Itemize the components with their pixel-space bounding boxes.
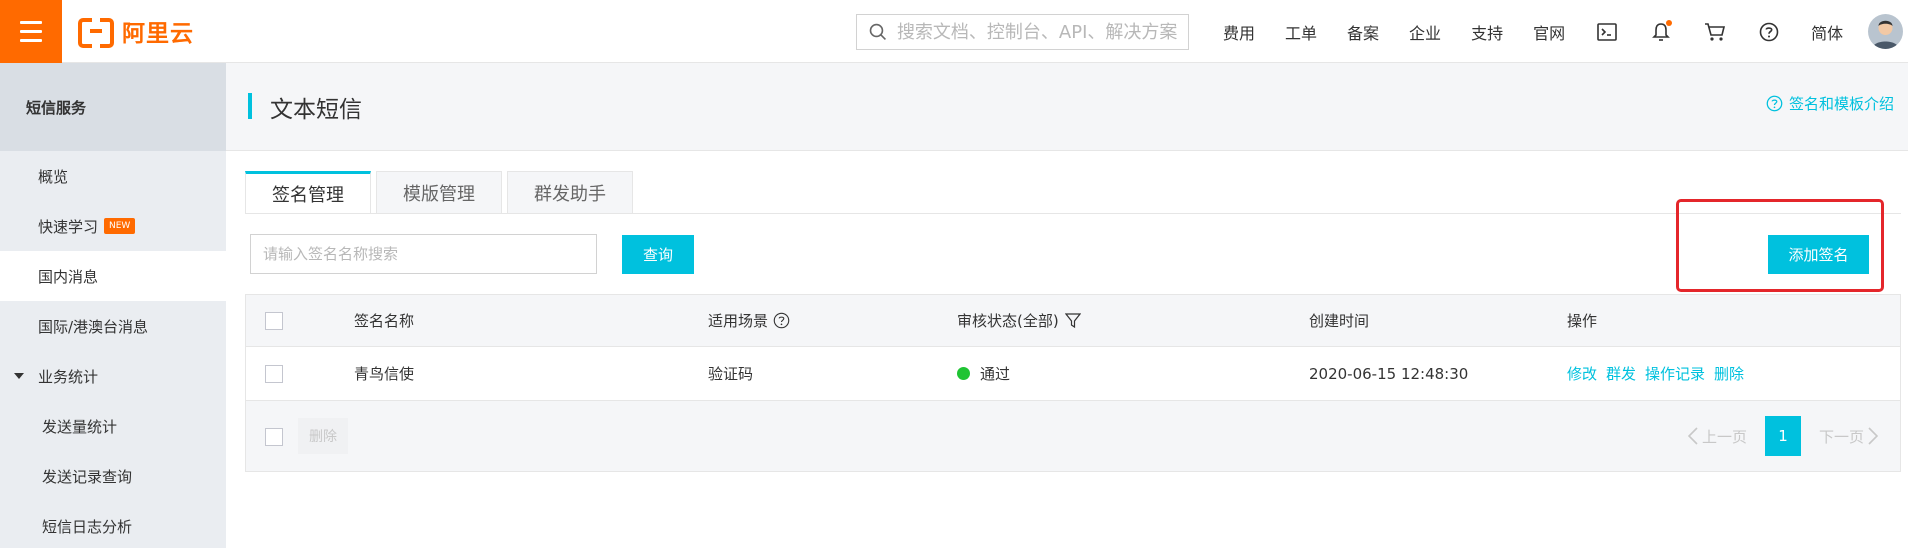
signature-template-intro-link[interactable]: 签名和模板介绍 xyxy=(1766,93,1894,114)
tabs-divider xyxy=(245,213,1901,214)
hamburger-menu-button[interactable] xyxy=(0,0,62,63)
tab-bar: 签名管理 模版管理 群发助手 xyxy=(245,171,638,214)
add-signature-button[interactable]: 添加签名 xyxy=(1768,235,1869,274)
page-title: 文本短信 xyxy=(270,97,362,123)
col-header-status-label: 审核状态(全部) xyxy=(957,312,1059,330)
sidebar: 短信服务 概览 快速学习 NEW 国内消息 国际/港澳台消息 业务统计 发送量统… xyxy=(0,63,226,548)
signature-table: 签名名称 适用场景 审核状态(全部) 创建时间 操作 青鸟信使 验证码 通过 2… xyxy=(245,294,1901,472)
edit-link[interactable]: 修改 xyxy=(1567,363,1597,384)
col-header-name: 签名名称 xyxy=(354,312,415,330)
delete-link[interactable]: 删除 xyxy=(1714,363,1744,384)
nav-support[interactable]: 支持 xyxy=(1471,20,1503,44)
row-checkbox[interactable] xyxy=(265,364,283,383)
nav-tickets[interactable]: 工单 xyxy=(1285,20,1317,44)
status-label: 通过 xyxy=(980,365,1011,383)
tab-signature-management[interactable]: 签名管理 xyxy=(245,171,371,214)
table-footer: 删除 上一页 1 下一页 xyxy=(245,401,1901,472)
sidebar-item-domestic-messages[interactable]: 国内消息 xyxy=(0,251,226,301)
chevron-right-icon xyxy=(1868,427,1878,445)
nav-filing[interactable]: 备案 xyxy=(1347,20,1379,44)
top-bar: 阿里云 费用 工单 备案 企业 支持 官网 简体 xyxy=(0,0,1908,63)
col-header-status[interactable]: 审核状态(全部) xyxy=(957,295,1081,346)
language-switch[interactable]: 简体 xyxy=(1811,20,1843,44)
sidebar-group-business-stats[interactable]: 业务统计 xyxy=(0,351,226,401)
cell-scene: 验证码 xyxy=(708,365,754,383)
query-button[interactable]: 查询 xyxy=(622,235,694,274)
chevron-left-icon xyxy=(1687,427,1698,445)
col-header-actions: 操作 xyxy=(1567,312,1598,330)
global-search-input[interactable] xyxy=(894,20,1188,44)
sidebar-item-label: 短信日志分析 xyxy=(42,517,133,536)
terminal-icon[interactable] xyxy=(1595,20,1619,44)
status-approved-dot xyxy=(957,367,970,380)
cell-status: 通过 xyxy=(957,347,1010,400)
nav-official-site[interactable]: 官网 xyxy=(1533,20,1565,44)
sidebar-item-label: 发送量统计 xyxy=(42,417,118,436)
logo-text: 阿里云 xyxy=(122,21,194,47)
tab-template-management[interactable]: 模版管理 xyxy=(376,171,502,214)
signature-search-input[interactable] xyxy=(250,234,597,274)
sidebar-item-label: 发送记录查询 xyxy=(42,467,133,486)
footer-select-all-checkbox[interactable] xyxy=(265,427,283,446)
sidebar-item-label: 业务统计 xyxy=(38,367,99,386)
prev-page-label: 上一页 xyxy=(1701,427,1747,446)
col-header-scene-label: 适用场景 xyxy=(708,312,769,330)
bulk-send-link[interactable]: 群发 xyxy=(1606,363,1636,384)
cell-signature-name: 青鸟信使 xyxy=(354,365,415,383)
aliyun-logo-icon xyxy=(78,18,114,48)
sidebar-item-sms-log-analysis[interactable]: 短信日志分析 xyxy=(0,501,226,551)
sidebar-item-label: 国际/港澳台消息 xyxy=(38,317,149,336)
caret-down-icon xyxy=(14,373,24,379)
next-page-button[interactable]: 下一页 xyxy=(1819,426,1878,447)
sidebar-item-international-messages[interactable]: 国际/港澳台消息 xyxy=(0,301,226,351)
cell-created-time: 2020-06-15 12:48:30 xyxy=(1309,364,1469,383)
sidebar-item-quick-learn[interactable]: 快速学习 NEW xyxy=(0,201,226,251)
pagination: 上一页 1 下一页 xyxy=(1687,416,1878,456)
cell-actions: 修改 群发 操作记录 删除 xyxy=(1567,347,1753,400)
new-badge: NEW xyxy=(104,218,136,234)
sidebar-title: 短信服务 xyxy=(0,63,226,151)
top-nav: 费用 工单 备案 企业 支持 官网 简体 xyxy=(1208,0,1858,63)
nav-fees[interactable]: 费用 xyxy=(1223,20,1255,44)
table-header: 签名名称 适用场景 审核状态(全部) 创建时间 操作 xyxy=(245,294,1901,347)
tab-bulk-send-assistant[interactable]: 群发助手 xyxy=(507,171,633,214)
select-all-checkbox[interactable] xyxy=(265,311,283,330)
sidebar-item-label: 快速学习 xyxy=(38,217,99,236)
sidebar-item-send-record-query[interactable]: 发送记录查询 xyxy=(0,451,226,501)
bulk-delete-button[interactable]: 删除 xyxy=(298,418,348,454)
user-avatar[interactable] xyxy=(1868,14,1903,49)
bell-icon[interactable] xyxy=(1649,19,1673,44)
table-row: 青鸟信使 验证码 通过 2020-06-15 12:48:30 修改 群发 操作… xyxy=(245,347,1901,401)
prev-page-button[interactable]: 上一页 xyxy=(1687,426,1747,447)
help-link-label: 签名和模板介绍 xyxy=(1788,95,1894,113)
sidebar-item-label: 概览 xyxy=(38,167,69,186)
operation-log-link[interactable]: 操作记录 xyxy=(1645,363,1705,384)
page-number-current[interactable]: 1 xyxy=(1764,416,1801,456)
search-icon xyxy=(869,23,887,41)
col-header-created: 创建时间 xyxy=(1309,312,1370,330)
next-page-label: 下一页 xyxy=(1818,427,1864,446)
cart-icon[interactable] xyxy=(1703,20,1727,44)
col-header-scene: 适用场景 xyxy=(708,295,790,346)
sidebar-item-send-volume-stats[interactable]: 发送量统计 xyxy=(0,401,226,451)
page-header: 文本短信 签名和模板介绍 xyxy=(226,63,1908,151)
global-search[interactable] xyxy=(856,14,1189,50)
question-circle-icon[interactable] xyxy=(773,312,790,329)
help-icon[interactable] xyxy=(1757,20,1781,44)
notification-dot xyxy=(1666,19,1673,26)
title-accent-bar xyxy=(248,93,252,119)
sidebar-item-overview[interactable]: 概览 xyxy=(0,151,226,201)
question-circle-icon xyxy=(1766,95,1783,112)
sidebar-item-label: 国内消息 xyxy=(38,267,99,286)
filter-icon[interactable] xyxy=(1064,312,1081,329)
aliyun-logo[interactable]: 阿里云 xyxy=(78,14,194,48)
nav-enterprise[interactable]: 企业 xyxy=(1409,20,1441,44)
